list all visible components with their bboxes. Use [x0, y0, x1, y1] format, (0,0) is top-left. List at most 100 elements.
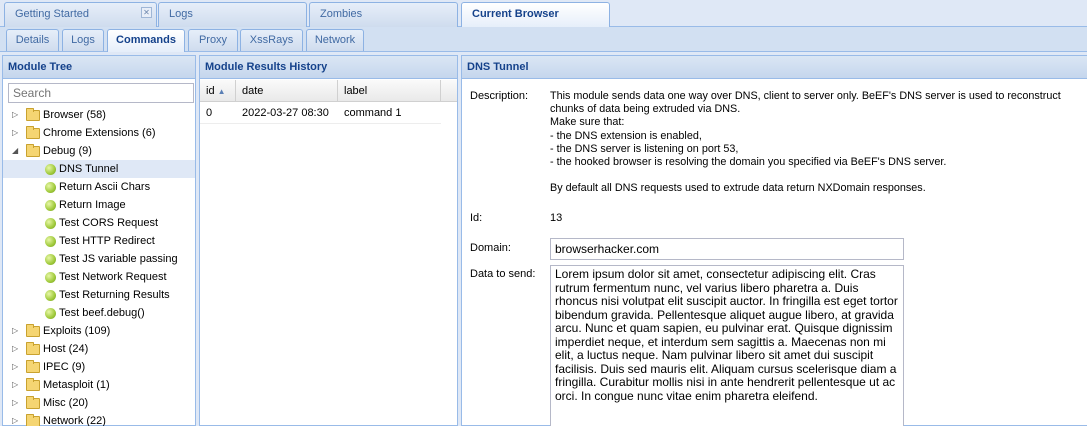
tab-label: Current Browser	[472, 8, 559, 20]
tab-label: XssRays	[249, 34, 294, 46]
tab-zombies[interactable]: Zombies	[309, 2, 458, 27]
tree-module-selected[interactable]: DNS Tunnel	[3, 160, 195, 178]
column-header-label[interactable]: label	[338, 80, 441, 102]
tree-category-label: Metasploit (1)	[43, 379, 110, 391]
cell-date: 2022-03-27 08:30	[242, 107, 329, 119]
grid-header: id ▲ date label	[200, 80, 457, 102]
column-header-label: id	[206, 85, 215, 97]
column-header-id[interactable]: id ▲	[200, 80, 236, 102]
tree-category[interactable]: ▷ Exploits (109)	[3, 322, 195, 340]
tree-category[interactable]: ▷ Network (22)	[3, 412, 195, 426]
expand-arrow-icon[interactable]: ▷	[12, 106, 18, 124]
tree-module-label: Test HTTP Redirect	[59, 235, 155, 247]
tree-category[interactable]: ▷ Misc (20)	[3, 394, 195, 412]
green-bulb-icon	[45, 272, 56, 283]
results-history-panel: Module Results History id ▲ date label 0…	[199, 55, 458, 426]
domain-field[interactable]	[550, 238, 904, 260]
tree-module[interactable]: Test Network Request	[3, 268, 195, 286]
tab-details[interactable]: Details	[6, 29, 59, 51]
tree-category-label: Exploits (109)	[43, 325, 111, 337]
tree-module[interactable]: Return Ascii Chars	[3, 178, 195, 196]
tree-module-label: Test beef.debug()	[59, 307, 145, 319]
tree-category[interactable]: ▷ Browser (58)	[3, 106, 195, 124]
tree-category-debug[interactable]: ◢ Debug (9)	[3, 142, 195, 160]
tree-module[interactable]: Return Image	[3, 196, 195, 214]
tree-category-label: Browser (58)	[43, 109, 106, 121]
description-line: This module sends data one way over DNS,…	[550, 90, 1061, 102]
tab-getting-started[interactable]: Getting Started ✕	[4, 2, 157, 27]
module-tree: ▷ Browser (58) ▷ Chrome Extensions (6) ◢…	[3, 106, 195, 426]
id-value: 13	[550, 212, 563, 224]
tree-module[interactable]: Test HTTP Redirect	[3, 232, 195, 250]
tree-category[interactable]: ▷ Metasploit (1)	[3, 376, 195, 394]
expand-arrow-icon[interactable]: ▷	[12, 394, 18, 412]
expand-arrow-icon[interactable]: ▷	[12, 358, 18, 376]
column-header-date[interactable]: date	[236, 80, 338, 102]
tab-label: Network	[314, 34, 356, 46]
table-row[interactable]: 0 2022-03-27 08:30 command 1	[200, 103, 441, 124]
description-line: chunks of data being extruded via DNS.	[550, 103, 741, 116]
green-bulb-icon	[45, 164, 56, 175]
tree-category-label: IPEC (9)	[43, 361, 86, 373]
tab-proxy[interactable]: Proxy	[188, 29, 238, 51]
tab-commands[interactable]: Commands	[107, 29, 185, 52]
collapse-arrow-icon[interactable]: ◢	[12, 142, 18, 160]
tab-logs[interactable]: Logs	[62, 29, 104, 51]
id-label: Id:	[470, 212, 483, 224]
expand-arrow-icon[interactable]: ▷	[12, 376, 18, 394]
tab-label: Logs	[169, 8, 193, 20]
tree-module-label: DNS Tunnel	[59, 163, 119, 175]
tree-category-label: Host (24)	[43, 343, 89, 355]
tree-module-label: Test CORS Request	[59, 217, 159, 229]
tree-category[interactable]: ▷ Host (24)	[3, 340, 195, 358]
description-line: - the DNS extension is enabled,	[550, 129, 702, 142]
expand-arrow-icon[interactable]: ▷	[12, 340, 18, 358]
tree-category[interactable]: ▷ IPEC (9)	[3, 358, 195, 376]
tab-label: Logs	[71, 34, 95, 46]
description-label: Description:	[470, 90, 529, 102]
tab-network[interactable]: Network	[306, 29, 364, 51]
tree-category-label: Chrome Extensions (6)	[43, 127, 156, 139]
description-line: - the hooked browser is resolving the do…	[550, 156, 947, 169]
close-icon[interactable]: ✕	[141, 7, 152, 18]
module-details-panel: DNS Tunnel Description: This module send…	[461, 55, 1087, 426]
folder-icon	[26, 360, 40, 373]
folder-icon	[26, 342, 40, 355]
search-input[interactable]	[8, 83, 194, 103]
description-line: By default all DNS requests used to extr…	[550, 182, 926, 195]
cell-label: command 1	[344, 107, 402, 119]
tree-category[interactable]: ▷ Chrome Extensions (6)	[3, 124, 195, 142]
folder-icon	[26, 126, 40, 139]
tree-module[interactable]: Test beef.debug()	[3, 304, 195, 322]
description-line: Make sure that:	[550, 116, 625, 129]
expand-arrow-icon[interactable]: ▷	[12, 412, 18, 426]
tab-current-browser[interactable]: Current Browser	[461, 2, 610, 28]
browser-sub-tab-bar: Details Logs Commands Proxy XssRays Netw…	[0, 27, 1087, 52]
tab-label: Getting Started	[15, 8, 89, 20]
data-to-send-textarea[interactable]: Lorem ipsum dolor sit amet, consectetur …	[550, 265, 904, 426]
tab-label: Details	[15, 34, 50, 46]
module-description: This module sends data one way over DNS,…	[550, 90, 1087, 195]
expand-arrow-icon[interactable]: ▷	[12, 322, 18, 340]
column-header-label: label	[344, 85, 368, 97]
tree-module[interactable]: Test Returning Results	[3, 286, 195, 304]
tab-logs[interactable]: Logs	[158, 2, 307, 27]
tree-module[interactable]: Test JS variable passing	[3, 250, 195, 268]
folder-icon	[26, 414, 40, 426]
main-tab-bar: Getting Started ✕ Logs Zombies Current B…	[0, 0, 1087, 28]
panel-title: Module Tree	[3, 56, 195, 79]
folder-icon	[26, 324, 40, 337]
tab-label: Zombies	[320, 8, 363, 20]
tree-module-label: Test JS variable passing	[59, 253, 178, 265]
tree-module[interactable]: Test CORS Request	[3, 214, 195, 232]
panel-title: DNS Tunnel	[462, 56, 1087, 79]
open-folder-icon	[26, 144, 40, 157]
data-to-send-label: Data to send:	[470, 268, 536, 280]
green-bulb-icon	[45, 254, 56, 265]
expand-arrow-icon[interactable]: ▷	[12, 124, 18, 142]
green-bulb-icon	[45, 236, 56, 247]
tab-xssrays[interactable]: XssRays	[240, 29, 303, 51]
tab-label: Proxy	[198, 34, 228, 46]
domain-label: Domain:	[470, 242, 511, 254]
tab-label: Commands	[116, 34, 176, 46]
